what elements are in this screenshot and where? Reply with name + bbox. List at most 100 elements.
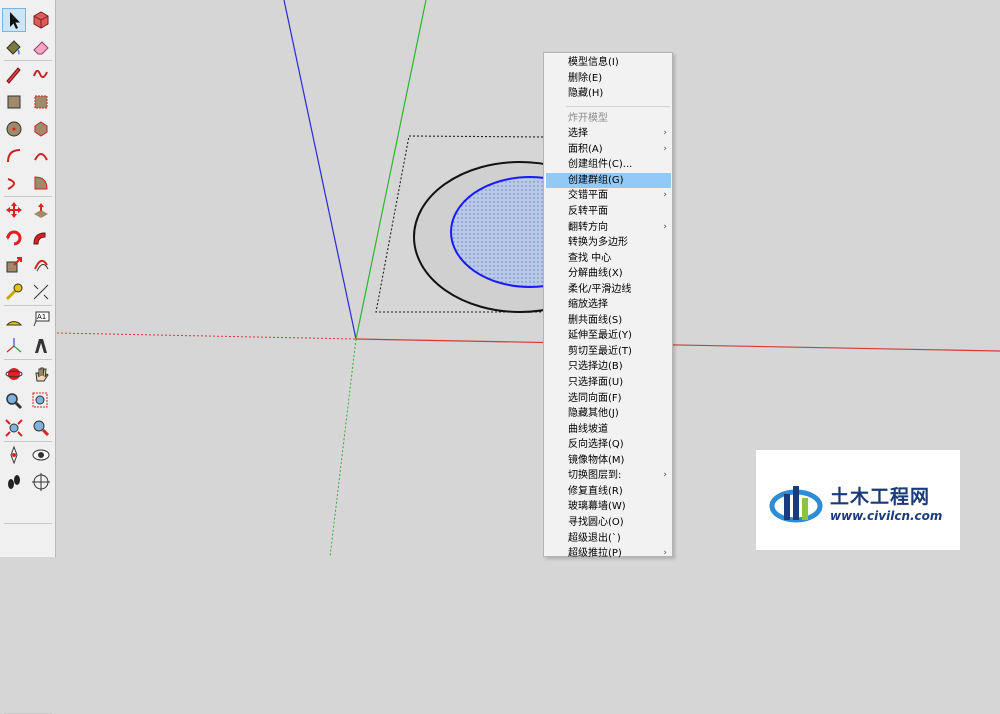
3d-text-icon (35, 339, 47, 354)
zoom-window-tool-button[interactable] (29, 389, 53, 413)
menu-item[interactable]: 修复直线(R) (546, 484, 671, 499)
menu-item-label: 修复直线(R) (568, 485, 623, 497)
menu-item[interactable]: 转换为多边形 (546, 235, 671, 250)
menu-item-label: 切换图层到: (568, 470, 622, 482)
select-arrow-icon (10, 12, 20, 29)
menu-item[interactable]: 延伸至最近(Y) (546, 328, 671, 343)
menu-item[interactable]: 镜像物体(M) (546, 453, 671, 468)
blue-axis (283, 0, 357, 340)
dimension-tool-button[interactable] (29, 280, 53, 304)
push-pull-tool-button[interactable] (29, 198, 53, 222)
menu-item[interactable]: 只选择面(U) (546, 375, 671, 390)
watermark-title: 土木工程网 (830, 486, 931, 508)
menu-separator (566, 105, 670, 107)
watermark-url: www.civilcn.com (830, 509, 943, 523)
menu-item[interactable]: 选择 › (546, 126, 671, 141)
menu-item-label: 炸开模型 (568, 112, 608, 124)
toolbar-separator (4, 196, 52, 198)
watermark: 土木工程网 www.civilcn.com (756, 450, 960, 550)
menu-item[interactable]: 反转平面 (546, 204, 671, 219)
menu-item-label: 柔化/平滑边线 (568, 283, 632, 295)
menu-item[interactable]: 超级退出(`) (546, 531, 671, 546)
paint-bucket-tool-button[interactable] (2, 35, 26, 59)
rotated-rectangle-tool-button[interactable] (29, 90, 53, 114)
axes-icon (6, 338, 22, 353)
two-point-arc-tool-button[interactable] (29, 144, 53, 168)
toolbar-separator (4, 441, 52, 442)
menu-item: 炸开模型 (546, 111, 671, 126)
toolbar-separator (4, 305, 52, 306)
three-point-arc-tool-button[interactable] (2, 171, 26, 195)
submenu-arrow-icon: › (663, 221, 667, 232)
rectangle-tool-button[interactable] (2, 90, 26, 114)
menu-item[interactable]: 切换图层到: › (546, 468, 671, 483)
circle-icon (6, 121, 22, 137)
menu-item[interactable]: 剪切至最近(T) (546, 344, 671, 359)
submenu-arrow-icon: › (663, 190, 667, 201)
menu-item[interactable]: 删共面线(S) (546, 313, 671, 328)
arc-tool-button[interactable] (2, 144, 26, 168)
eraser-tool-button[interactable] (29, 35, 53, 59)
previous-view-tool-button[interactable] (29, 416, 53, 440)
look-around-icon (32, 449, 50, 461)
menu-item[interactable]: 寻找圆心(O) (546, 515, 671, 530)
menu-item[interactable]: 交错平面 › (546, 188, 671, 203)
section-plane-icon (32, 473, 50, 492)
move-tool-button[interactable] (2, 198, 26, 222)
menu-item[interactable]: 创建组件(C)... (546, 157, 671, 172)
follow-me-tool-button[interactable] (29, 226, 53, 250)
menu-item[interactable]: 柔化/平滑边线 (546, 282, 671, 297)
pie-tool-button[interactable] (29, 171, 53, 195)
text-tool-tool-button[interactable]: A1 (29, 307, 53, 331)
menu-item[interactable]: 查找 中心 (546, 251, 671, 266)
menu-item[interactable]: 玻璃幕墙(W) (546, 499, 671, 514)
menu-item[interactable]: 模型信息(I) (546, 55, 671, 70)
scale-icon (6, 256, 22, 273)
menu-item[interactable]: 曲线坡道 (546, 422, 671, 437)
zoom-tool-button[interactable] (2, 389, 26, 413)
3d-text-tool-button[interactable] (29, 334, 53, 358)
menu-item[interactable]: 只选择边(B) (546, 359, 671, 374)
pan-hand-tool-button[interactable] (29, 362, 53, 386)
position-camera-tool-button[interactable] (2, 443, 26, 467)
menu-item[interactable]: 反向选择(Q) (546, 437, 671, 452)
axes-tool-button[interactable] (2, 334, 26, 358)
circle-tool-button[interactable] (2, 117, 26, 141)
select-arrow-tool-button[interactable] (2, 8, 26, 32)
polygon-tool-button[interactable] (29, 117, 53, 141)
orbit-tool-button[interactable] (2, 362, 26, 386)
menu-item[interactable]: 翻转方向 › (546, 220, 671, 235)
zoom-window-icon (32, 392, 48, 408)
scale-tool-button[interactable] (2, 253, 26, 277)
zoom-extents-tool-button[interactable] (2, 416, 26, 440)
menu-item-label: 反转平面 (568, 205, 608, 217)
pencil-line-tool-button[interactable] (2, 62, 26, 86)
menu-item[interactable]: 缩放选择 (546, 297, 671, 312)
section-plane-tool-button[interactable] (29, 470, 53, 494)
protractor-icon (5, 321, 23, 326)
menu-item[interactable]: 隐藏(H) (546, 86, 671, 101)
offset-tool-button[interactable] (29, 253, 53, 277)
protractor-tool-button[interactable] (2, 307, 26, 331)
make-component-tool-button[interactable] (29, 8, 53, 32)
menu-item[interactable]: 隐藏其他(J) (546, 406, 671, 421)
menu-item[interactable]: 选同向面(F) (546, 391, 671, 406)
menu-item[interactable]: 删除(E) (546, 71, 671, 86)
menu-item-label: 反向选择(Q) (568, 439, 624, 451)
menu-item-label: 延伸至最近(Y) (568, 330, 632, 342)
submenu-arrow-icon: › (663, 143, 667, 154)
menu-item[interactable]: 超级推拉(P) › (546, 546, 671, 561)
green-axis (355, 0, 427, 340)
menu-item[interactable]: 面积(A) › (546, 142, 671, 157)
menu-item[interactable]: 创建群组(G) (546, 172, 671, 188)
green-axis-dotted (329, 338, 357, 557)
rotate-tool-button[interactable] (2, 226, 26, 250)
tape-measure-tool-button[interactable] (2, 280, 26, 304)
menu-item[interactable]: 分解曲线(X) (546, 266, 671, 281)
two-point-arc-icon (34, 153, 48, 161)
walk-tool-button[interactable] (2, 470, 26, 494)
freehand-tool-button[interactable] (29, 62, 53, 86)
menu-item-label: 镜像物体(M) (568, 454, 625, 466)
look-around-tool-button[interactable] (29, 443, 53, 467)
toolbar-separator (4, 522, 52, 524)
